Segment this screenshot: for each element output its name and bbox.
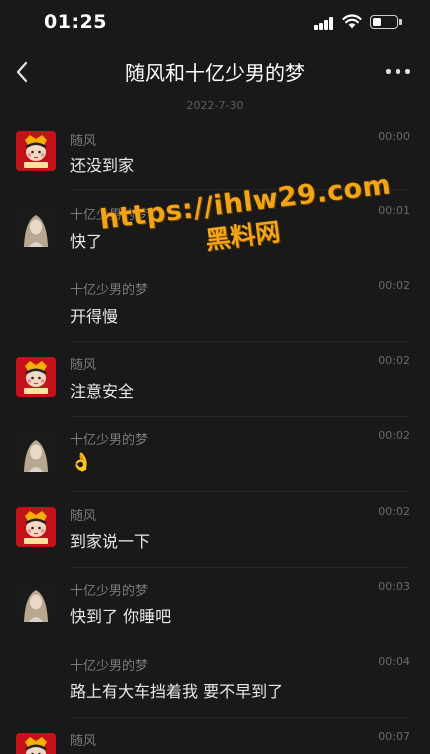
sender-name: 随风	[70, 358, 97, 373]
message-time: 00:02	[378, 279, 410, 292]
message-text: 路上有大车挡着我 要不早到了	[70, 682, 284, 701]
more-options-button[interactable]	[383, 60, 413, 82]
tiger-doll-icon	[16, 357, 56, 397]
cellular-signal-icon	[314, 17, 334, 30]
nav-bar: 随风和十亿少男的梦	[0, 46, 430, 98]
message-time: 00:07	[378, 730, 410, 743]
back-button[interactable]	[10, 56, 38, 88]
girl-photo-avatar[interactable]	[16, 582, 56, 622]
message-text: 到家说一下	[70, 532, 151, 551]
watermark: https://ihlw29.com 黑料网	[98, 169, 393, 270]
ok-hand-emoji: 👌	[70, 452, 93, 473]
sender-name: 随风	[70, 734, 97, 749]
separator	[70, 491, 410, 492]
message-time: 00:02	[378, 429, 410, 442]
tiger-doll-icon	[16, 507, 56, 547]
girl-photo-icon	[16, 432, 56, 472]
girl-photo-avatar[interactable]	[16, 432, 56, 472]
sender-name: 十亿少男的梦	[70, 433, 149, 448]
message-text: 开得慢	[70, 307, 119, 326]
chat-title: 随风和十亿少男的梦	[125, 61, 305, 85]
message-text: 还没到家	[70, 156, 135, 175]
separator	[70, 416, 410, 417]
message-text: 注意安全	[70, 382, 135, 401]
status-time: 01:25	[44, 11, 107, 33]
red-tiger-avatar[interactable]	[16, 131, 56, 171]
status-bar: 01:25	[0, 0, 430, 46]
message-time: 00:03	[378, 580, 410, 593]
girl-photo-avatar[interactable]	[16, 207, 56, 247]
sender-name: 十亿少男的梦	[70, 283, 149, 298]
message-time: 00:02	[378, 354, 410, 367]
sender-name: 十亿少男的梦	[70, 584, 149, 599]
message-time: 00:04	[378, 655, 410, 668]
date-divider: 2022-7-30	[186, 99, 244, 112]
message-time: 00:00	[378, 130, 410, 143]
battery-level	[373, 18, 381, 26]
sender-name: 随风	[70, 134, 97, 149]
separator	[70, 567, 410, 568]
battery-icon	[370, 15, 398, 29]
red-tiger-avatar[interactable]	[16, 357, 56, 397]
tiger-doll-icon	[16, 733, 56, 754]
message-time: 00:01	[378, 204, 410, 217]
girl-photo-icon	[16, 582, 56, 622]
girl-photo-icon	[16, 207, 56, 247]
separator	[70, 341, 410, 342]
wifi-icon	[342, 14, 362, 29]
sender-name: 随风	[70, 509, 97, 524]
red-tiger-avatar[interactable]	[16, 733, 56, 754]
message-text: 快到了 你睡吧	[70, 607, 172, 626]
sender-name: 十亿少男的梦	[70, 659, 149, 674]
chevron-left-icon	[16, 61, 28, 83]
message-time: 00:02	[378, 505, 410, 518]
tiger-doll-icon	[16, 131, 56, 171]
battery-cap	[399, 19, 402, 25]
message-text: 快了	[70, 232, 103, 251]
separator	[70, 717, 410, 718]
red-tiger-avatar[interactable]	[16, 507, 56, 547]
